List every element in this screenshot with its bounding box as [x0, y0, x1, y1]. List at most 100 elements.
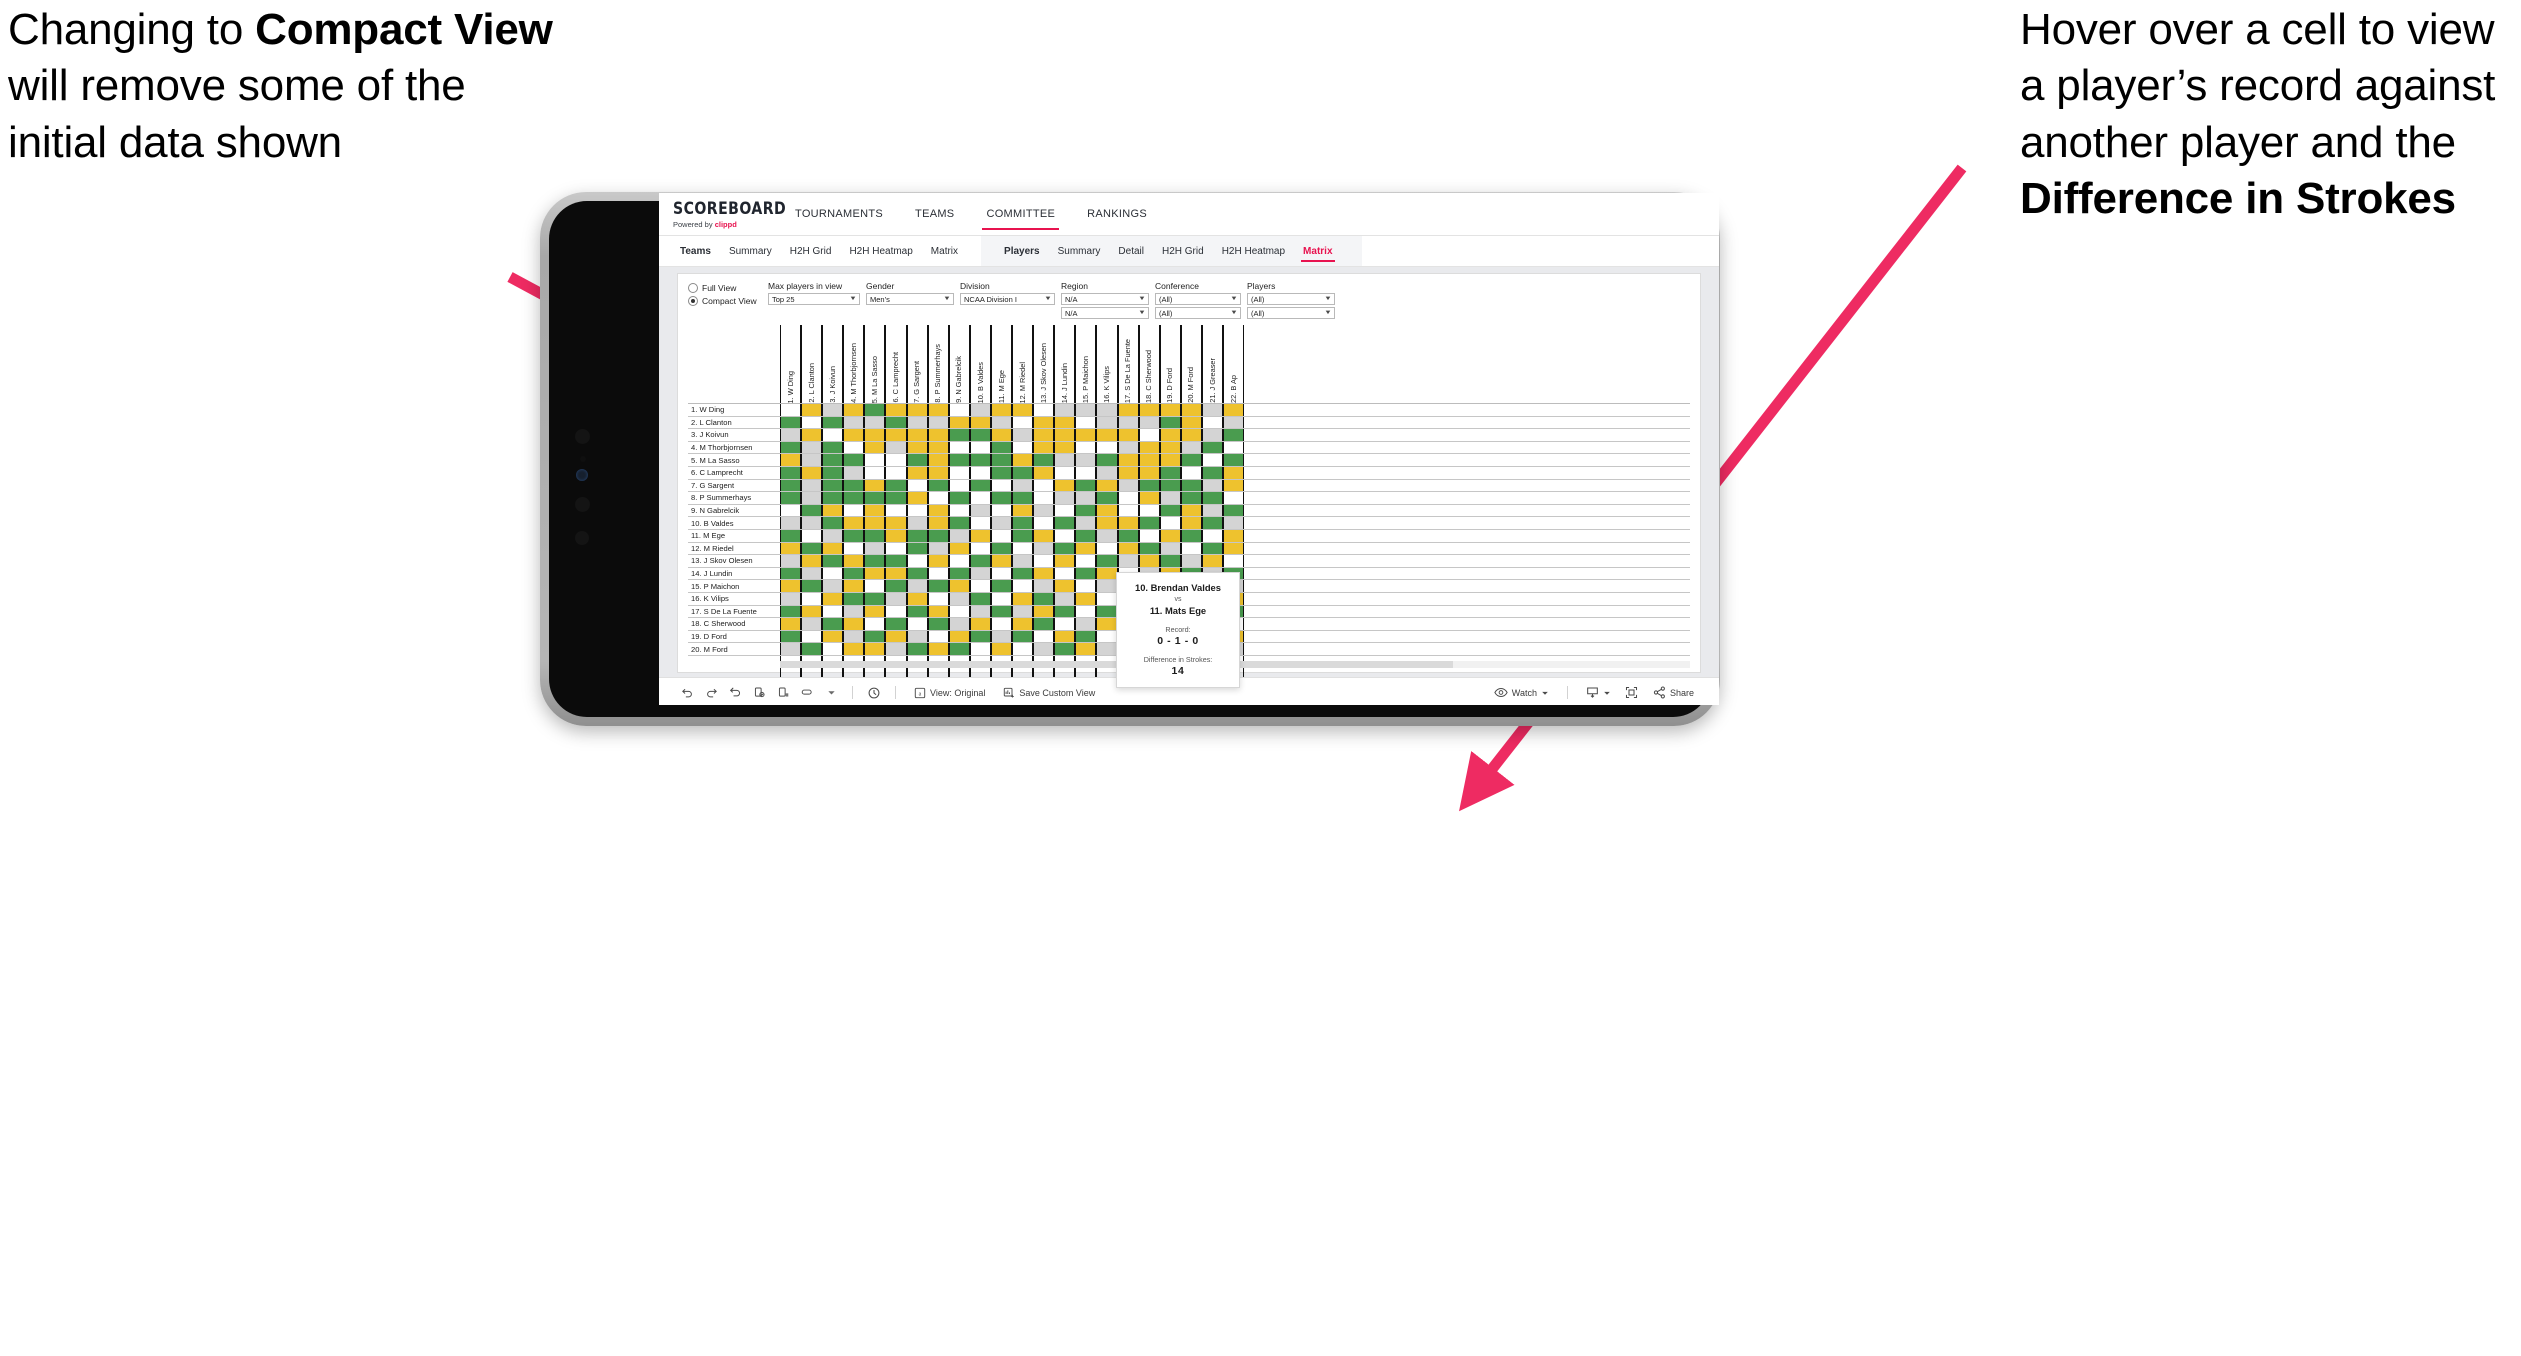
matrix-row-label[interactable]: 15. P Maichon	[688, 580, 780, 592]
matrix-cell[interactable]	[1096, 618, 1118, 630]
matrix-cell[interactable]	[1075, 592, 1097, 605]
matrix-cell[interactable]	[1159, 404, 1181, 416]
matrix-cell[interactable]	[927, 542, 949, 555]
nav-tab-committee[interactable]: COMMITTEE	[970, 193, 1071, 235]
matrix-cell[interactable]	[1096, 567, 1118, 580]
matrix-cell[interactable]	[1159, 416, 1181, 429]
matrix-cell[interactable]	[864, 618, 886, 630]
matrix-cell[interactable]	[843, 479, 865, 492]
matrix-cell[interactable]	[1054, 555, 1076, 567]
matrix-cell[interactable]	[780, 404, 802, 416]
matrix-cell[interactable]	[1117, 404, 1139, 416]
matrix-cell[interactable]	[927, 404, 949, 416]
matrix-cell[interactable]	[906, 630, 928, 643]
nav-tab-teams[interactable]: TEAMS	[899, 193, 970, 235]
matrix-row-label[interactable]: 2. L Clanton	[688, 417, 780, 429]
matrix-cell[interactable]	[1075, 466, 1097, 479]
matrix-cell[interactable]	[948, 592, 970, 605]
matrix-cell[interactable]	[801, 605, 823, 618]
matrix-cell[interactable]	[780, 416, 802, 429]
matrix-cell[interactable]	[1012, 567, 1034, 580]
matrix-row-label[interactable]: 20. M Ford	[688, 643, 780, 655]
matrix-cell[interactable]	[906, 592, 928, 605]
matrix-cell[interactable]	[1054, 580, 1076, 592]
matrix-cell[interactable]	[1075, 542, 1097, 555]
matrix-cell[interactable]	[801, 542, 823, 555]
matrix-cell[interactable]	[1075, 404, 1097, 416]
matrix-cell[interactable]	[822, 416, 844, 429]
matrix-cell[interactable]	[801, 504, 823, 517]
subtab-teams[interactable]: Teams	[671, 236, 720, 266]
matrix-cell[interactable]	[1201, 542, 1223, 555]
matrix-cell[interactable]	[885, 404, 907, 416]
matrix-row-label[interactable]: 6. C Lamprecht	[688, 467, 780, 479]
matrix-column-header[interactable]: 18. C Sherwood	[1138, 325, 1160, 403]
matrix-column-header[interactable]: 15. P Maichon	[1075, 325, 1097, 403]
matrix-cell[interactable]	[969, 555, 991, 567]
matrix-cell[interactable]	[822, 429, 844, 441]
matrix-cell[interactable]	[927, 630, 949, 643]
matrix-cell[interactable]	[990, 592, 1013, 605]
matrix-cell[interactable]	[969, 466, 991, 479]
matrix-cell[interactable]	[948, 479, 970, 492]
matrix-cell[interactable]	[780, 529, 802, 542]
matrix-cell[interactable]	[906, 504, 928, 517]
matrix-cell[interactable]	[801, 416, 823, 429]
matrix-cell[interactable]	[1012, 454, 1034, 466]
matrix-cell[interactable]	[1096, 517, 1118, 529]
matrix-cell[interactable]	[780, 517, 802, 529]
matrix-cell[interactable]	[1096, 504, 1118, 517]
matrix-cell[interactable]	[906, 605, 928, 618]
matrix-cell[interactable]	[948, 542, 970, 555]
matrix-column-header[interactable]: 7. G Sargent	[906, 325, 928, 403]
dropdown-region-1[interactable]: N/A ▼	[1061, 293, 1149, 305]
matrix-cell[interactable]	[885, 580, 907, 592]
matrix-cell[interactable]	[948, 643, 970, 655]
matrix-cell[interactable]	[906, 643, 928, 655]
matrix-column-header[interactable]: 6. C Lamprecht	[885, 325, 907, 403]
matrix-cell[interactable]	[864, 466, 886, 479]
matrix-cell[interactable]	[1138, 504, 1160, 517]
matrix-row-label[interactable]: 3. J Koivun	[688, 429, 780, 441]
matrix-cell[interactable]	[1054, 517, 1076, 529]
matrix-column-header[interactable]: 8. P Summerhays	[927, 325, 949, 403]
matrix-cell[interactable]	[1201, 492, 1223, 504]
matrix-cell[interactable]	[1096, 605, 1118, 618]
subtab-teams-matrix[interactable]: Matrix	[922, 236, 967, 266]
matrix-cell[interactable]	[969, 605, 991, 618]
matrix-cell[interactable]	[1180, 555, 1202, 567]
matrix-cell[interactable]	[1159, 479, 1181, 492]
matrix-cell[interactable]	[1012, 441, 1034, 454]
matrix-cell[interactable]	[864, 567, 886, 580]
matrix-cell[interactable]	[906, 555, 928, 567]
matrix-cell[interactable]	[1012, 605, 1034, 618]
matrix-cell[interactable]	[864, 441, 886, 454]
matrix-cell[interactable]	[864, 542, 886, 555]
matrix-cell[interactable]	[927, 479, 949, 492]
matrix-cell[interactable]	[822, 492, 844, 504]
matrix-cell[interactable]	[948, 492, 970, 504]
matrix-column-header[interactable]: 17. S De La Fuente	[1117, 325, 1139, 403]
matrix-cell[interactable]	[822, 643, 844, 655]
matrix-cell[interactable]	[1054, 441, 1076, 454]
matrix-cell[interactable]	[822, 580, 844, 592]
matrix-cell[interactable]	[927, 592, 949, 605]
matrix-cell[interactable]	[1054, 542, 1076, 555]
matrix-cell[interactable]	[1012, 542, 1034, 555]
matrix-cell[interactable]	[1096, 580, 1118, 592]
matrix-cell[interactable]	[822, 529, 844, 542]
matrix-cell[interactable]	[801, 630, 823, 643]
matrix-column-header[interactable]: 13. J Skov Olesen	[1033, 325, 1055, 403]
matrix-cell[interactable]	[885, 454, 907, 466]
matrix-cell[interactable]	[927, 504, 949, 517]
matrix-cell[interactable]	[927, 466, 949, 479]
matrix-cell[interactable]	[885, 466, 907, 479]
matrix-cell[interactable]	[1096, 479, 1118, 492]
matrix-cell[interactable]	[822, 441, 844, 454]
matrix-cell[interactable]	[969, 517, 991, 529]
matrix-cell[interactable]	[1012, 429, 1034, 441]
matrix-cell[interactable]	[1075, 643, 1097, 655]
matrix-cell[interactable]	[1096, 630, 1118, 643]
matrix-cell[interactable]	[948, 605, 970, 618]
matrix-row-label[interactable]: 13. J Skov Olesen	[688, 555, 780, 567]
